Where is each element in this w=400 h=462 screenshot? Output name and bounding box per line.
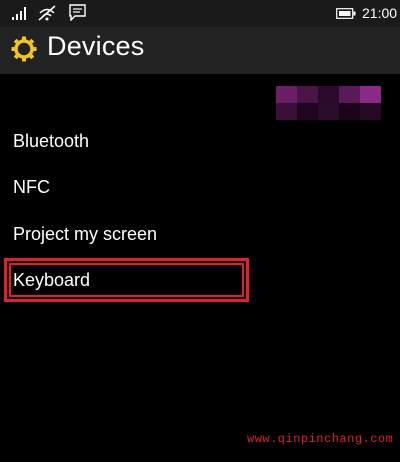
menu-item-project-my-screen[interactable]: Project my screen: [13, 224, 157, 245]
gear-icon: [11, 36, 37, 62]
menu-item-keyboard[interactable]: Keyboard: [13, 270, 90, 291]
account-avatar-pixelated: [276, 86, 381, 120]
signal-icon: [12, 7, 26, 20]
watermark: www.qinpinchang.com: [247, 432, 394, 446]
page-title: Devices: [47, 31, 145, 61]
menu-item-nfc[interactable]: NFC: [13, 177, 50, 198]
menu-item-bluetooth[interactable]: Bluetooth: [13, 131, 89, 152]
message-icon: [69, 4, 86, 21]
clock: 21:00: [362, 5, 398, 21]
battery-icon: [336, 8, 356, 19]
wifi-icon: [38, 5, 56, 21]
status-bar: 21:00: [0, 0, 400, 27]
page-header: Devices: [0, 27, 400, 74]
